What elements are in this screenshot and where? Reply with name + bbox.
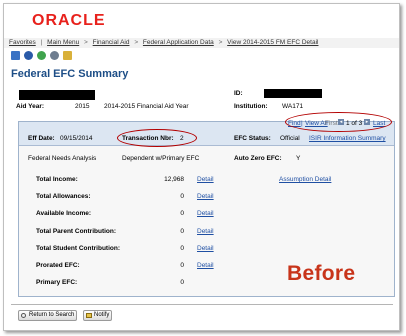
redacted-name [19, 90, 95, 100]
total-allowances-value: 0 [180, 193, 184, 200]
id-label: ID: [234, 90, 243, 97]
nav-main-menu[interactable]: Main Menu [47, 39, 79, 46]
highlight-oval-pager [285, 112, 392, 132]
brand-bar: ORACLE [4, 4, 399, 34]
aid-year-label: Aid Year: [16, 103, 45, 110]
isir-summary-link[interactable]: ISIR Information Summary [309, 135, 386, 142]
eff-date-value: 09/15/2014 [60, 135, 93, 142]
new-window-icon[interactable] [11, 51, 20, 60]
primary-efc-label: Primary EFC: [36, 279, 78, 286]
auto-zero-efc-label: Auto Zero EFC: [234, 155, 282, 162]
total-allowances-detail-link[interactable]: Detail [197, 193, 214, 200]
efc-status-value: Official [280, 135, 300, 142]
eff-date-label: Eff Date: [28, 135, 55, 142]
assumption-detail-link[interactable]: Assumption Detail [279, 176, 331, 183]
prorated-efc-value: 0 [180, 262, 184, 269]
notify-button[interactable]: Notify [83, 310, 113, 321]
nav-separator: > [134, 39, 139, 46]
return-to-search-button[interactable]: Return to Search [18, 310, 78, 321]
federal-needs-analysis-value: Dependent w/Primary EFC [122, 155, 200, 162]
help-icon[interactable] [24, 51, 33, 60]
total-parent-contribution-detail-link[interactable]: Detail [197, 228, 214, 235]
federal-needs-analysis-label: Federal Needs Analysis [28, 155, 97, 162]
before-annotation: Before [287, 262, 356, 285]
nav-financial-aid[interactable]: Financial Aid [93, 39, 130, 46]
efc-status-label: EFC Status: [234, 135, 271, 142]
aid-year-description: 2014-2015 Financial Aid Year [104, 103, 189, 110]
institution-value: WA171 [282, 103, 304, 110]
available-income-value: 0 [180, 210, 184, 217]
nav-separator: | [40, 39, 43, 46]
toolbar [11, 50, 72, 61]
total-parent-contribution-value: 0 [180, 228, 184, 235]
refresh-icon[interactable] [37, 51, 46, 60]
return-to-search-label: Return to Search [29, 312, 75, 318]
breadcrumb: Favorites | Main Menu > Financial Aid > … [4, 38, 399, 48]
highlight-oval-transaction [117, 129, 197, 147]
search-icon [21, 313, 26, 318]
aid-year-value: 2015 [75, 103, 90, 110]
prorated-efc-detail-link[interactable]: Detail [197, 262, 214, 269]
nav-current-page: View 2014-2015 FM EFC Detail [227, 39, 319, 46]
total-student-contribution-label: Total Student Contribution: [36, 245, 120, 252]
app-window: ORACLE Favorites | Main Menu > Financial… [3, 3, 400, 331]
available-income-detail-link[interactable]: Detail [197, 210, 214, 217]
nav-separator: > [84, 39, 88, 46]
page-title: Federal EFC Summary [11, 68, 129, 80]
report-icon[interactable] [63, 51, 72, 60]
nav-separator: > [218, 39, 223, 46]
total-income-label: Total Income: [36, 176, 78, 183]
notify-label: Notify [94, 312, 110, 318]
oracle-logo: ORACLE [32, 12, 106, 29]
notify-icon [86, 313, 92, 318]
settings-icon[interactable] [50, 51, 59, 60]
institution-label: Institution: [234, 103, 268, 110]
auto-zero-efc-value: Y [296, 155, 301, 162]
total-student-contribution-detail-link[interactable]: Detail [197, 245, 214, 252]
total-parent-contribution-label: Total Parent Contribution: [36, 228, 117, 235]
available-income-label: Available Income: [36, 210, 92, 217]
primary-efc-value: 0 [180, 279, 184, 286]
redacted-id [264, 89, 322, 98]
total-student-contribution-value: 0 [180, 245, 184, 252]
nav-favorites[interactable]: Favorites [9, 39, 36, 46]
prorated-efc-label: Prorated EFC: [36, 262, 80, 269]
total-income-detail-link[interactable]: Detail [197, 176, 214, 183]
nav-federal-application-data[interactable]: Federal Application Data [143, 39, 214, 46]
divider [11, 304, 393, 305]
total-income-value: 12,968 [164, 176, 184, 183]
total-allowances-label: Total Allowances: [36, 193, 91, 200]
